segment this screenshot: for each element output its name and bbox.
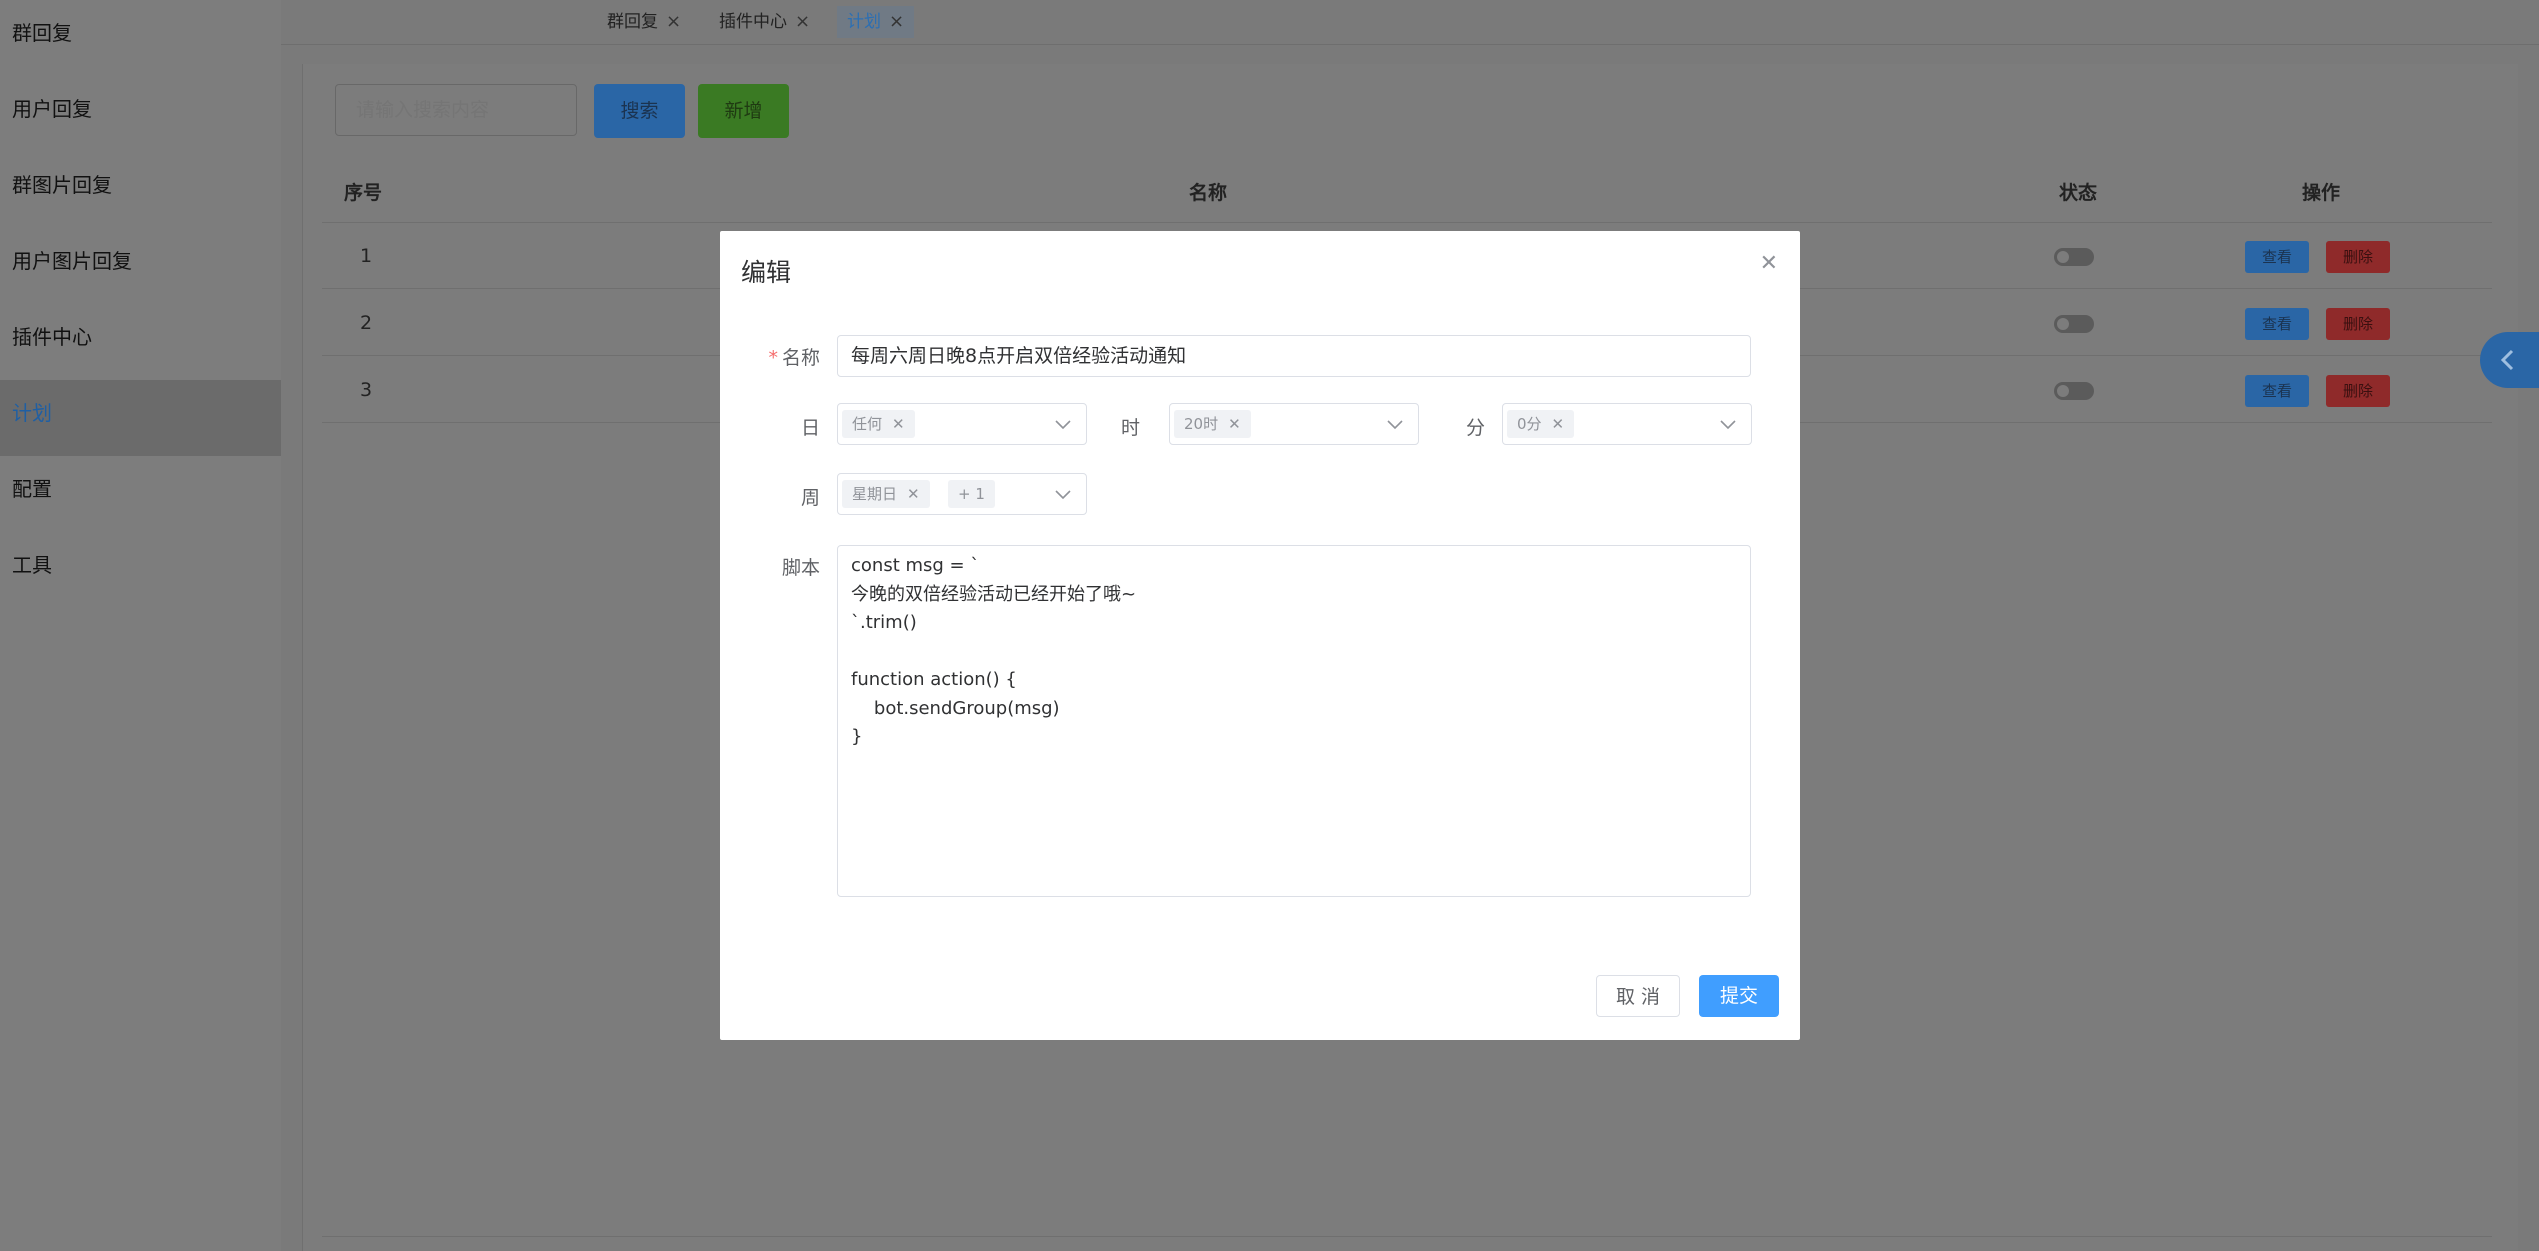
dialog-title: 编辑 [741,258,792,287]
week-select[interactable]: 星期日 ✕ + 1 [837,473,1087,515]
hour-label: 时 [1120,417,1140,439]
remove-tag-icon[interactable]: ✕ [1552,415,1565,433]
hour-select[interactable]: 20时 ✕ [1169,403,1419,445]
row-index: 2 [360,312,373,334]
sidebar: 群回复 用户回复 群图片回复 用户图片回复 插件中心 计划 配置 工具 [0,0,281,1251]
view-button[interactable]: 查看 [2245,241,2309,273]
delete-button[interactable]: 删除 [2326,375,2390,407]
tab-label: 计划 [847,12,881,32]
sidebar-item-config[interactable]: 配置 [0,456,281,532]
name-field[interactable]: 每周六周日晚8点开启双倍经验活动通知 [837,335,1751,377]
divider [322,222,2492,223]
row-index: 1 [360,245,373,267]
sidebar-item-plan[interactable]: 计划 [0,380,281,456]
week-label: 周 [800,487,820,509]
divider [322,1236,2492,1237]
search-button[interactable]: 搜索 [594,84,685,138]
status-toggle[interactable] [2054,382,2094,400]
chevron-down-icon [1720,420,1736,430]
column-header-status: 状态 [2059,182,2098,204]
sidebar-item-group-reply[interactable]: 群回复 [0,0,281,76]
day-select[interactable]: 任何 ✕ [837,403,1087,445]
edit-dialog: 编辑 ✕ * 名称 每周六周日晚8点开启双倍经验活动通知 日 任何 ✕ 时 20时 ✕… [720,231,1800,1040]
sidebar-item-user-reply[interactable]: 用户回复 [0,76,281,152]
tab-bar: 群回复 × 插件中心 × 计划 × [281,0,2539,45]
column-header-actions: 操作 [2302,182,2341,204]
sidebar-item-plugin-center[interactable]: 插件中心 [0,304,281,380]
sidebar-item-group-image-reply[interactable]: 群图片回复 [0,152,281,228]
more-tags-count: + 1 [948,480,995,508]
minute-select[interactable]: 0分 ✕ [1502,403,1752,445]
chevron-down-icon [1055,490,1071,500]
status-toggle[interactable] [2054,248,2094,266]
tab-plan[interactable]: 计划 × [837,6,915,38]
column-header-name: 名称 [1189,182,1228,204]
column-header-index: 序号 [344,182,383,204]
row-index: 3 [360,379,373,401]
submit-button[interactable]: 提交 [1699,975,1779,1017]
name-label: * 名称 [768,347,820,369]
required-mark: * [768,347,778,369]
sidebar-item-tools[interactable]: 工具 [0,532,281,608]
view-button[interactable]: 查看 [2245,375,2309,407]
chevron-down-icon [1387,420,1403,430]
tab-group-reply[interactable]: 群回复 × [597,6,691,38]
add-button[interactable]: 新增 [698,84,789,138]
cancel-button[interactable]: 取 消 [1596,975,1680,1017]
remove-tag-icon[interactable]: ✕ [907,485,920,503]
tab-plugin-center[interactable]: 插件中心 × [709,6,820,38]
delete-button[interactable]: 删除 [2326,241,2390,273]
day-label: 日 [800,417,820,439]
view-button[interactable]: 查看 [2245,308,2309,340]
sidebar-item-user-image-reply[interactable]: 用户图片回复 [0,228,281,304]
script-editor[interactable]: const msg = ` 今晚的双倍经验活动已经开始了哦~ `.trim() … [837,545,1751,897]
close-icon[interactable]: × [666,11,681,32]
close-icon[interactable]: ✕ [1760,251,1778,276]
remove-tag-icon[interactable]: ✕ [1228,415,1241,433]
selected-tag: 20时 ✕ [1174,410,1251,438]
search-input[interactable] [335,84,577,136]
status-toggle[interactable] [2054,315,2094,333]
chevron-down-icon [1055,420,1071,430]
tab-label: 群回复 [607,12,658,32]
remove-tag-icon[interactable]: ✕ [892,415,905,433]
collapse-panel-button[interactable] [2480,332,2539,388]
selected-tag: 任何 ✕ [842,410,915,438]
close-icon[interactable]: × [889,11,904,32]
close-icon[interactable]: × [795,11,810,32]
selected-tag: 星期日 ✕ [842,480,930,508]
tab-label: 插件中心 [719,12,787,32]
chevron-left-icon [2500,349,2514,371]
minute-label: 分 [1465,417,1485,439]
selected-tag: 0分 ✕ [1507,410,1575,438]
delete-button[interactable]: 删除 [2326,308,2390,340]
script-label: 脚本 [781,557,820,579]
